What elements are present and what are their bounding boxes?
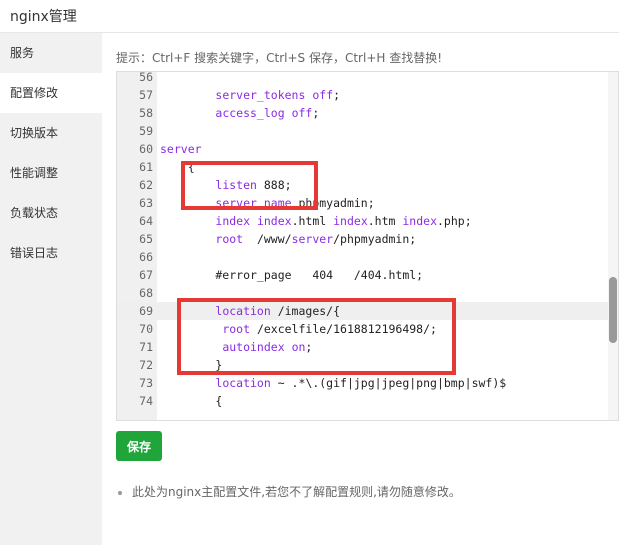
line-number: 56 [139,71,153,84]
line-number: 74 [139,394,153,408]
code-line[interactable]: 69 location /images/{ [117,302,608,320]
code-line[interactable]: 65 root /www/server/phpmyadmin; [117,230,608,248]
code-line[interactable]: 74 { [117,392,608,410]
code-line[interactable]: 59 [117,122,608,140]
code-line[interactable]: 58 access_log off; [117,104,608,122]
code-lines[interactable]: 56 57 server_tokens off; 58 access_log off… [117,71,608,410]
code-line[interactable]: 61 { [117,158,608,176]
line-number: 65 [139,232,153,246]
sidebar-item-load-status[interactable]: 负载状态 [0,193,102,233]
sidebar-item-config[interactable]: 配置修改 [0,73,102,113]
config-editor[interactable]: 56 57 server_tokens off; 58 access_log off… [116,71,619,421]
line-number: 66 [139,250,153,264]
line-number: 67 [139,268,153,282]
code-text: autoindex on; [222,340,313,354]
code-text: server_name phpmyadmin; [215,196,375,210]
line-number: 60 [139,142,153,156]
code-line[interactable]: 62 listen 888; [117,176,608,194]
line-number: 62 [139,178,153,192]
sidebar-item-error-log[interactable]: 错误日志 [0,233,102,273]
code-text: server_tokens off; [215,88,341,102]
code-line[interactable]: 64 index index.html index.htm index.php; [117,212,608,230]
line-number: 63 [139,196,153,210]
sidebar-item-service[interactable]: 服务 [0,33,102,73]
bullet-icon [118,490,122,495]
sidebar-item-switch-version[interactable]: 切换版本 [0,113,102,153]
config-note-text: 此处为nginx主配置文件,若您不了解配置规则,请勿随意修改。 [132,485,461,499]
line-number: 57 [139,88,153,102]
code-text: index index.html index.htm index.php; [215,214,472,228]
editor-scrollbar[interactable] [608,72,618,420]
window-title-bar: nginx管理 [0,0,619,33]
window-title: nginx管理 [10,9,77,25]
line-number: 59 [139,124,153,138]
code-line[interactable]: 60 server [117,140,608,158]
line-number: 68 [139,286,153,300]
save-button[interactable]: 保存 [116,431,162,461]
code-line[interactable]: 63 server_name phpmyadmin; [117,194,608,212]
line-number: 71 [139,340,153,354]
code-text: location ~ .*\.(gif|jpg|jpeg|png|bmp|swf… [215,376,507,390]
code-text: } [160,358,223,372]
code-line[interactable]: 70 root /excelfile/1618812196498/; [117,320,608,338]
code-text: root /excelfile/1618812196498/; [222,322,437,336]
code-line[interactable]: 67 #error_page 404 /404.html; [117,266,608,284]
code-text: #error_page 404 /404.html; [160,268,424,282]
line-number: 58 [139,106,153,120]
line-number: 61 [139,160,153,174]
sidebar-item-performance[interactable]: 性能调整 [0,153,102,193]
code-line[interactable]: 73 location ~ .*\.(gif|jpg|jpeg|png|bmp|… [117,374,608,392]
line-number: 70 [139,322,153,336]
shortcut-tip: 提示：Ctrl+F 搜索关键字，Ctrl+S 保存，Ctrl+H 查找替换! [116,51,443,65]
code-text: location /images/{ [215,304,341,318]
code-text: { [160,160,195,174]
code-line[interactable]: 66 [117,248,608,266]
code-text: access_log off; [215,106,320,120]
line-number: 64 [139,214,153,228]
code-text: { [160,394,223,408]
code-text: server [160,142,202,156]
line-number: 73 [139,376,153,390]
sidebar: 服务 配置修改 切换版本 性能调整 负载状态 错误日志 [0,33,102,545]
code-line[interactable]: 71 autoindex on; [117,338,608,356]
scrollbar-thumb[interactable] [609,277,617,343]
code-line[interactable]: 68 [117,284,608,302]
main-panel: 提示：Ctrl+F 搜索关键字，Ctrl+S 保存，Ctrl+H 查找替换! 5… [102,33,619,545]
line-number: 72 [139,358,153,372]
code-line[interactable]: 57 server_tokens off; [117,86,608,104]
code-line[interactable]: 72 } [117,356,608,374]
code-text: listen 888; [215,178,292,192]
code-text: root /www/server/phpmyadmin; [215,232,417,246]
line-number: 69 [139,304,153,318]
code-line[interactable]: 56 [117,71,608,86]
config-note: 此处为nginx主配置文件,若您不了解配置规则,请勿随意修改。 [118,483,461,500]
